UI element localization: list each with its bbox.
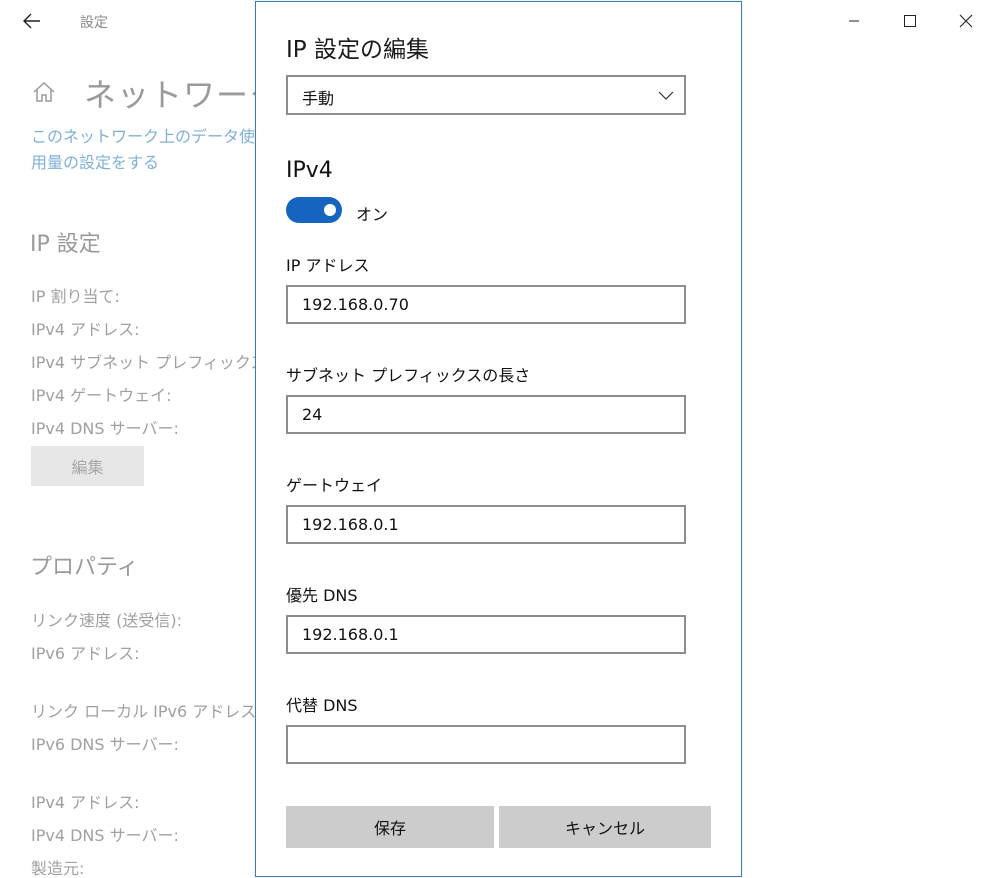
chevron-down-icon: [658, 91, 674, 100]
cancel-button[interactable]: キャンセル: [499, 806, 711, 848]
maximize-button[interactable]: [882, 0, 938, 42]
edit-button[interactable]: 編集: [31, 446, 144, 486]
ipv6-address-label: IPv6 アドレス:: [31, 644, 140, 663]
close-icon: [959, 14, 973, 28]
home-icon[interactable]: [32, 80, 56, 104]
close-button[interactable]: [938, 0, 994, 42]
ipv4-gateway-label: IPv4 ゲートウェイ:: [31, 386, 172, 405]
ipv4-toggle[interactable]: [286, 197, 342, 223]
maximize-icon: [904, 15, 916, 27]
ipv6-dns-label: IPv6 DNS サーバー:: [31, 735, 179, 754]
ipv4-dns-label: IPv4 DNS サーバー:: [31, 419, 179, 438]
data-usage-link[interactable]: このネットワーク上のデータ使用量の設定をする: [31, 124, 255, 176]
gateway-label: ゲートウェイ: [286, 476, 383, 495]
link-local-ipv6-label: リンク ローカル IPv6 アドレス:: [31, 702, 262, 721]
preferred-dns-input[interactable]: [286, 615, 686, 654]
ipv4-subnet-label: IPv4 サブネット プレフィックスの: [31, 353, 255, 372]
subnet-prefix-input[interactable]: [286, 395, 686, 434]
ipv4-address-label: IPv4 アドレス:: [31, 320, 140, 339]
manufacturer-label: 製造元:: [31, 859, 85, 878]
alternate-dns-input[interactable]: [286, 725, 686, 764]
ipv4-toggle-state: オン: [356, 205, 389, 224]
gateway-input[interactable]: [286, 505, 686, 544]
subnet-prefix-label: サブネット プレフィックスの長さ: [286, 366, 531, 385]
app-title: 設定: [80, 15, 108, 31]
ip-assignment-label: IP 割り当て:: [31, 287, 120, 306]
link-speed-label: リンク速度 (送受信):: [31, 611, 182, 630]
page-title: ネットワーク: [84, 76, 283, 114]
settings-window: 設定 ネットワーク このネットワーク上のデータ使用量の設定をする IP 設定 I…: [0, 0, 997, 878]
ip-address-input[interactable]: [286, 285, 686, 324]
save-button[interactable]: 保存: [286, 806, 494, 848]
minimize-icon: [849, 20, 859, 22]
toggle-knob: [324, 204, 336, 216]
back-button[interactable]: [18, 8, 46, 34]
ip-mode-value: 手動: [302, 89, 335, 108]
edit-ip-settings-dialog: IP 設定の編集 手動 IPv4 オン IP アドレス サブネット プレフィック…: [255, 1, 742, 877]
properties-heading: プロパティ: [30, 555, 139, 580]
ip-mode-select[interactable]: 手動: [286, 75, 686, 115]
ipv4-heading: IPv4: [286, 158, 333, 183]
preferred-dns-label: 優先 DNS: [286, 586, 358, 605]
ip-settings-heading: IP 設定: [30, 232, 101, 257]
minimize-button[interactable]: [826, 0, 882, 42]
back-arrow-icon: [23, 13, 40, 29]
prop-ipv4-dns-label: IPv4 DNS サーバー:: [31, 826, 179, 845]
dialog-title: IP 設定の編集: [286, 37, 429, 63]
ip-address-label: IP アドレス: [286, 256, 370, 275]
prop-ipv4-address-label: IPv4 アドレス:: [31, 793, 140, 812]
alternate-dns-label: 代替 DNS: [286, 696, 358, 715]
